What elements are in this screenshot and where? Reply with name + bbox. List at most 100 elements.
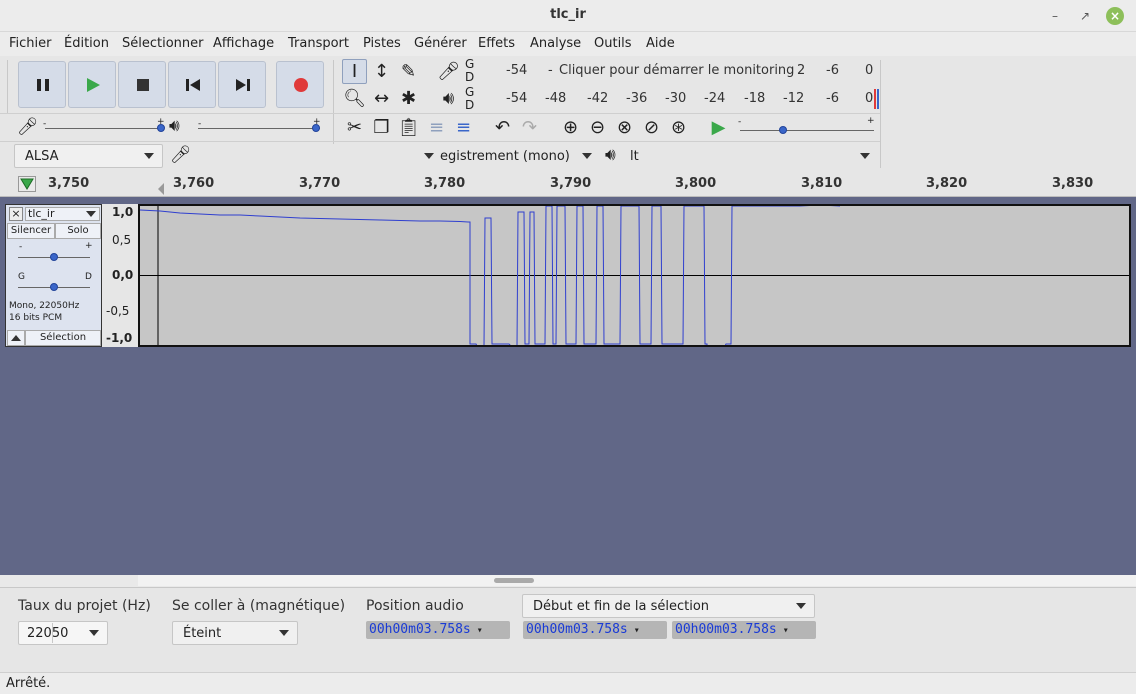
selection-marker[interactable] (158, 183, 164, 195)
selection-mode-select[interactable]: Début et fin de la sélection (522, 594, 815, 618)
monitor-hint[interactable]: Cliquer pour démarrer le monitoring (559, 63, 794, 78)
status-text: Arrêté. (6, 676, 51, 691)
chevron-down-icon: ▾ (627, 625, 640, 636)
play-speed-knob[interactable] (779, 126, 787, 134)
playback-device-value: lt (630, 149, 639, 164)
zoom-in-button[interactable]: ⊕ (558, 115, 583, 140)
close-track-icon[interactable]: × (9, 207, 23, 221)
trim-audio-icon: ≡ (428, 117, 445, 138)
zoom-toggle-button[interactable]: ⊛ (666, 115, 691, 140)
meter-tick: -6 (826, 91, 839, 106)
menu-fichier[interactable]: Fichier (9, 36, 52, 51)
collapse-track-button[interactable] (7, 330, 25, 346)
project-rate-select[interactable]: 22050 (18, 621, 108, 645)
ruler-tick-label: 3,780 (424, 176, 466, 191)
playback-volume-knob[interactable] (312, 124, 320, 132)
copy-button[interactable]: ❐ (369, 115, 394, 140)
zoom-toggle-icon: ⊛ (670, 117, 687, 138)
selection-tool-button[interactable]: I (342, 59, 367, 84)
chevron-down-icon (144, 153, 154, 159)
record-volume-slider[interactable] (45, 128, 163, 129)
gain-knob[interactable] (50, 253, 58, 261)
ruler-tick-label: 3,800 (675, 176, 717, 191)
vertical-scale[interactable]: 1,0 0,5 0,0 -0,5 -1,0 (102, 204, 138, 347)
skip-to-start-button[interactable] (168, 61, 216, 108)
play-meter-button[interactable]: 🔊︎ (436, 86, 461, 111)
redo-icon: ↷ (521, 117, 538, 138)
horizontal-scrollbar[interactable] (138, 575, 1136, 586)
menu-pistes[interactable]: Pistes (363, 36, 401, 51)
menu-analyse[interactable]: Analyse (530, 36, 581, 51)
pan-knob[interactable] (50, 283, 58, 291)
record-button[interactable] (276, 61, 324, 108)
play-icon: ▶ (711, 117, 726, 138)
minimize-icon[interactable]: – (1046, 7, 1064, 25)
ruler-tick-label: 3,830 (1052, 176, 1094, 191)
menu-effets[interactable]: Effets (478, 36, 515, 51)
select-track-button[interactable]: Sélection (25, 330, 101, 346)
play-meter[interactable]: -54 -48 -42 -36 -30 -24 -18 -12 -6 0 (478, 86, 879, 112)
menu-aide[interactable]: Aide (646, 36, 675, 51)
fit-selection-button[interactable]: ⊗ (612, 115, 637, 140)
envelope-tool-button[interactable]: ↕ (369, 59, 394, 84)
skip-to-end-button[interactable] (218, 61, 266, 108)
restore-icon[interactable]: ↗ (1076, 7, 1094, 25)
redo-button[interactable]: ↷ (517, 115, 542, 140)
audio-position-field[interactable]: 00h00m03.758s ▾ (366, 621, 510, 639)
recording-channels-select[interactable]: egistrement (mono) (436, 144, 601, 168)
play-button[interactable] (68, 61, 116, 108)
silence-button[interactable]: ≡ (451, 115, 476, 140)
mute-button[interactable]: Silencer (7, 223, 55, 239)
record-meter-button[interactable]: 🎤︎ (436, 59, 461, 84)
waveform-svg (140, 206, 1129, 345)
scrollbar-thumb[interactable] (494, 578, 534, 583)
zoom-in-icon: ⊕ (562, 117, 579, 138)
timeline-ruler[interactable]: 3,750 3,760 3,770 3,780 3,790 3,800 3,81… (0, 170, 1136, 197)
selection-end-field[interactable]: 00h00m03.758s ▾ (672, 621, 816, 639)
stop-button[interactable] (118, 61, 166, 108)
speaker-icon: 🔊︎ (442, 88, 455, 109)
double-arrow-icon: ↔ (373, 88, 390, 109)
zoom-tool-button[interactable]: 🔍︎ (342, 86, 367, 111)
recording-channels-value: egistrement (mono) (440, 149, 570, 164)
playback-device-select[interactable]: lt (625, 144, 879, 168)
selection-start-field[interactable]: 00h00m03.758s ▾ (523, 621, 667, 639)
record-icon (294, 78, 308, 92)
snap-select[interactable]: Éteint (172, 621, 298, 645)
track-control-panel[interactable]: × tlc_ir Silencer Solo - + G D Mono, 220… (5, 204, 102, 347)
zoom-out-button[interactable]: ⊖ (585, 115, 610, 140)
solo-button[interactable]: Solo (55, 223, 101, 239)
menu-selectionner[interactable]: Sélectionner (122, 36, 204, 51)
pan-right-label: D (85, 272, 92, 282)
menu-generer[interactable]: Générer (414, 36, 467, 51)
play-at-speed-button[interactable]: ▶ (706, 115, 731, 140)
multi-tool-button[interactable]: ✱ (396, 86, 421, 111)
playback-volume-slider[interactable] (198, 128, 320, 129)
pause-button[interactable] (18, 61, 66, 108)
menu-affichage[interactable]: Affichage (213, 36, 274, 51)
cut-button[interactable]: ✂ (342, 115, 367, 140)
track-format-bits: 16 bits PCM (9, 313, 63, 323)
menu-outils[interactable]: Outils (594, 36, 632, 51)
waveform-view[interactable] (138, 204, 1131, 347)
undo-button[interactable]: ↶ (490, 115, 515, 140)
audio-host-select[interactable]: ALSA (14, 144, 163, 168)
menu-edition[interactable]: Édition (64, 36, 109, 51)
menu-transport[interactable]: Transport (288, 36, 349, 51)
pause-icon (37, 79, 49, 91)
meter-tick: 2 (797, 63, 806, 78)
close-icon[interactable]: × (1106, 7, 1124, 25)
clip-indicator (874, 89, 876, 109)
mic-volume-icon: 🎤︎ (17, 117, 39, 137)
play-head-toggle[interactable] (18, 176, 36, 192)
fit-project-button[interactable]: ⊘ (639, 115, 664, 140)
play-speed-slider[interactable] (740, 130, 874, 131)
record-meter[interactable]: -54 - Cliquer pour démarrer le monitorin… (478, 58, 874, 84)
record-volume-knob[interactable] (157, 124, 165, 132)
paste-button[interactable]: 📋︎ (396, 115, 421, 140)
draw-tool-button[interactable]: ✎ (396, 59, 421, 84)
recording-device-select[interactable] (190, 144, 443, 168)
trim-button[interactable]: ≡ (424, 115, 449, 140)
timeshift-tool-button[interactable]: ↔ (369, 86, 394, 111)
track-name-menu[interactable]: tlc_ir (25, 207, 100, 221)
